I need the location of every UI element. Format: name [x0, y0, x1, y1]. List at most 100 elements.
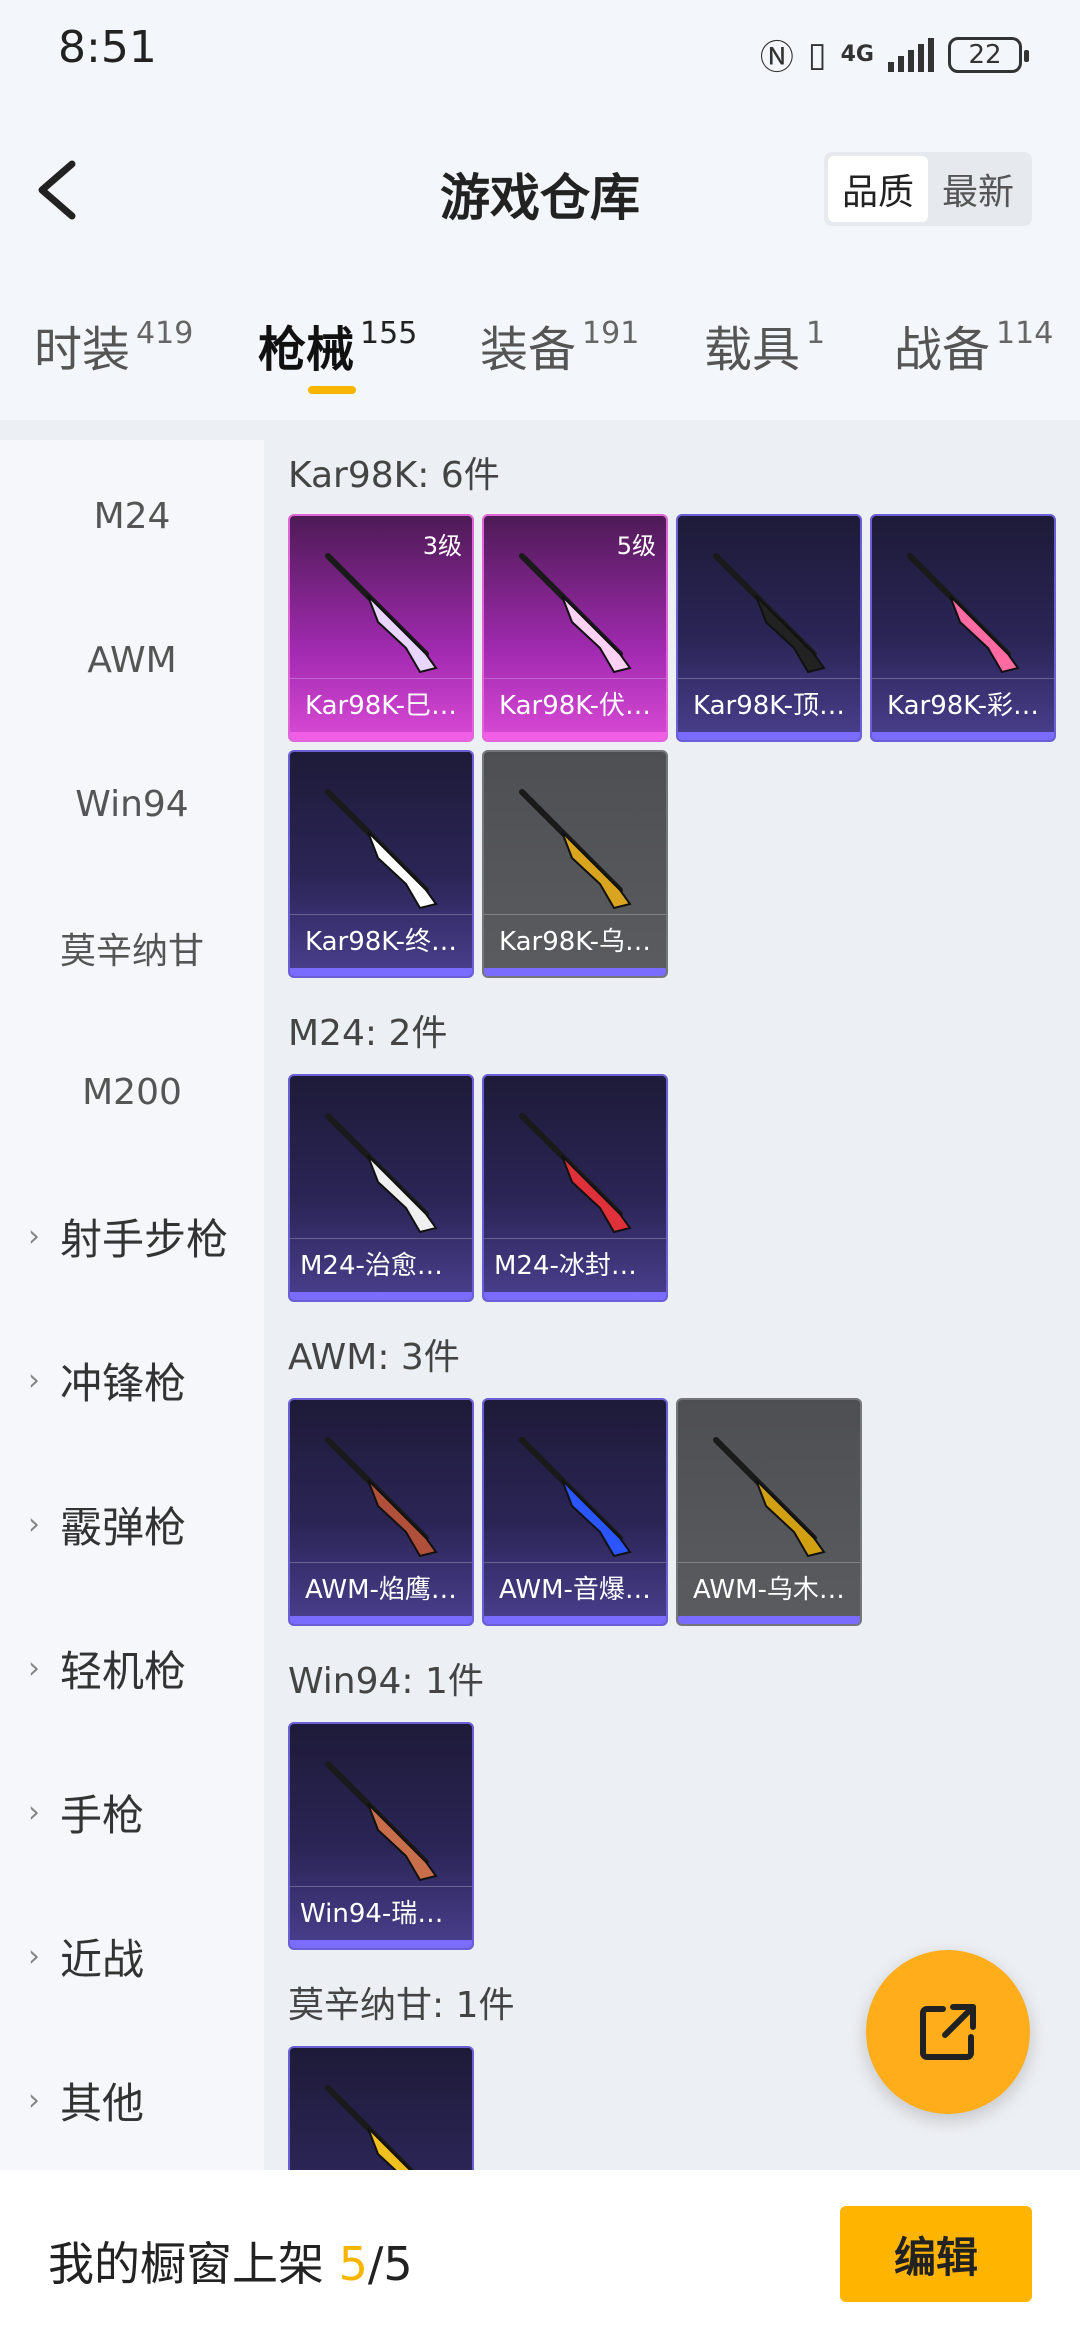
item-card[interactable]: 5级 Kar98K-伏… — [482, 514, 668, 742]
item-card[interactable]: AWM-焰鹰… — [288, 1398, 474, 1626]
weapon-body — [561, 1479, 632, 1558]
item-name: Kar98K-伏… — [484, 678, 666, 732]
sidebar-item-m200[interactable]: M200 — [0, 1052, 264, 1132]
sort-option-latest[interactable]: 最新 — [928, 156, 1028, 222]
active-tab-indicator — [308, 386, 356, 394]
item-name: M24-冰封烈焰 — [484, 1238, 666, 1292]
tab-guns[interactable]: 枪械 155 — [258, 310, 417, 380]
weapon-image — [325, 1113, 438, 1234]
showcase-bar: 我的橱窗上架 5/5 编辑 — [0, 2170, 1080, 2340]
sidebar-category-label: 其他 — [60, 2078, 145, 2128]
showcase-current: 5 — [338, 2237, 368, 2291]
sidebar-category-melee[interactable]: › 近战 — [0, 1916, 264, 1996]
weapon-body — [367, 1155, 438, 1234]
item-grid: Kar98K: 6件 3级 Kar98K-巳… 5级 Kar98K-伏… Kar… — [288, 440, 1068, 2170]
rarity-bar — [290, 732, 472, 740]
sidebar-category-lmg[interactable]: › 轻机枪 — [0, 1628, 264, 1708]
tab-equipment[interactable]: 装备 191 — [480, 310, 639, 380]
tab-count: 1 — [806, 316, 826, 351]
weapon-image — [519, 1113, 632, 1234]
sidebar-category-label: 射手步枪 — [60, 1214, 229, 1264]
sort-option-quality[interactable]: 品质 — [828, 156, 928, 222]
tab-count: 191 — [582, 316, 640, 351]
weapon-body — [367, 831, 438, 910]
sidebar-category-label: 轻机枪 — [60, 1646, 187, 1696]
item-name: Kar98K-彩… — [872, 678, 1054, 732]
chevron-right-icon: › — [28, 1506, 40, 1542]
weapon-image — [325, 789, 438, 910]
group-title: Win94: 1件 — [288, 1661, 484, 1702]
weapon-image — [519, 789, 632, 910]
weapon-body — [949, 595, 1020, 674]
item-card[interactable]: 3级 Kar98K-巳… — [288, 514, 474, 742]
sort-toggle: 品质 最新 — [824, 152, 1032, 226]
item-card[interactable] — [288, 2046, 474, 2170]
sidebar-category-label: 近战 — [60, 1934, 145, 1984]
tab-vehicles[interactable]: 载具 1 — [704, 310, 825, 380]
tab-count: 155 — [360, 316, 418, 351]
rarity-bar — [484, 1292, 666, 1300]
tab-label: 枪械 — [258, 322, 355, 378]
tab-count: 419 — [136, 316, 194, 351]
item-card[interactable]: AWM-乌木… — [676, 1398, 862, 1626]
item-card[interactable]: Kar98K-彩… — [870, 514, 1056, 742]
item-card[interactable]: Kar98K-乌… — [482, 750, 668, 978]
chevron-right-icon: › — [28, 1218, 40, 1254]
sidebar-item-mosin[interactable]: 莫辛纳甘 — [0, 908, 264, 988]
sidebar-item-label: Win94 — [75, 783, 189, 825]
sidebar-category-pistol[interactable]: › 手枪 — [0, 1772, 264, 1852]
rarity-bar — [290, 1616, 472, 1624]
edit-button[interactable]: 编辑 — [840, 2206, 1032, 2302]
weapon-image — [713, 553, 826, 674]
weapon-barrel — [325, 2085, 415, 2170]
sidebar-item-win94[interactable]: Win94 — [0, 764, 264, 844]
item-card[interactable]: M24-治愈之星 — [288, 1074, 474, 1302]
tab-fashion[interactable]: 时装 419 — [34, 310, 193, 380]
showcase-label: 我的橱窗上架 — [48, 2237, 324, 2291]
item-card[interactable]: Kar98K-终… — [288, 750, 474, 978]
tab-label: 载具 — [704, 322, 801, 378]
rarity-bar — [678, 1616, 860, 1624]
weapon-image — [519, 1437, 632, 1558]
item-name: AWM-乌木… — [678, 1562, 860, 1616]
sidebar-item-m24[interactable]: M24 — [0, 476, 264, 556]
share-button[interactable] — [866, 1950, 1030, 2114]
item-name: Kar98K-终… — [290, 914, 472, 968]
sidebar-category-smg[interactable]: › 冲锋枪 — [0, 1340, 264, 1420]
sidebar-category-label: 冲锋枪 — [60, 1358, 187, 1408]
sidebar-category-marksman[interactable]: › 射手步枪 — [0, 1196, 264, 1276]
weapon-body — [561, 1155, 632, 1234]
weapon-sidebar: M24 AWM Win94 莫辛纳甘 M200 › 射手步枪 › 冲锋枪 › 霰弹枪 … — [0, 440, 264, 2170]
weapon-body — [367, 1479, 438, 1558]
sidebar-category-other[interactable]: › 其他 — [0, 2060, 264, 2140]
tab-supplies[interactable]: 战备 114 — [894, 310, 1053, 380]
item-card[interactable]: M24-冰封烈焰 — [482, 1074, 668, 1302]
showcase-total: /5 — [367, 2237, 413, 2291]
sidebar-item-awm[interactable]: AWM — [0, 620, 264, 700]
item-card[interactable]: AWM-音爆… — [482, 1398, 668, 1626]
rarity-bar — [484, 968, 666, 976]
sidebar-item-label: M24 — [93, 495, 171, 537]
weapon-body — [561, 831, 632, 910]
group-title: Kar98K: 6件 — [288, 455, 500, 496]
tab-label: 时装 — [34, 322, 131, 378]
chevron-right-icon: › — [28, 1362, 40, 1398]
item-name: Win94-瑞龙… — [290, 1886, 472, 1940]
sidebar-item-label: 莫辛纳甘 — [59, 931, 204, 972]
sidebar-category-shotgun[interactable]: › 霰弹枪 — [0, 1484, 264, 1564]
weapon-body — [755, 595, 826, 674]
chevron-right-icon: › — [28, 2082, 40, 2118]
item-level: 5级 — [616, 532, 656, 560]
rarity-bar — [290, 1292, 472, 1300]
weapon-body — [367, 595, 438, 674]
chevron-right-icon: › — [28, 1938, 40, 1974]
weapon-body — [561, 595, 632, 674]
item-name: M24-治愈之星 — [290, 1238, 472, 1292]
status-icons: Ⓝ ▯ 4G 22 — [760, 30, 1029, 79]
item-card[interactable]: Win94-瑞龙… — [288, 1722, 474, 1950]
status-bar: 8:51 Ⓝ ▯ 4G 22 — [0, 0, 1080, 110]
share-icon — [920, 2004, 976, 2060]
weapon-image — [713, 1437, 826, 1558]
item-card[interactable]: Kar98K-顶… — [676, 514, 862, 742]
vibrate-icon: ▯ — [807, 34, 827, 75]
